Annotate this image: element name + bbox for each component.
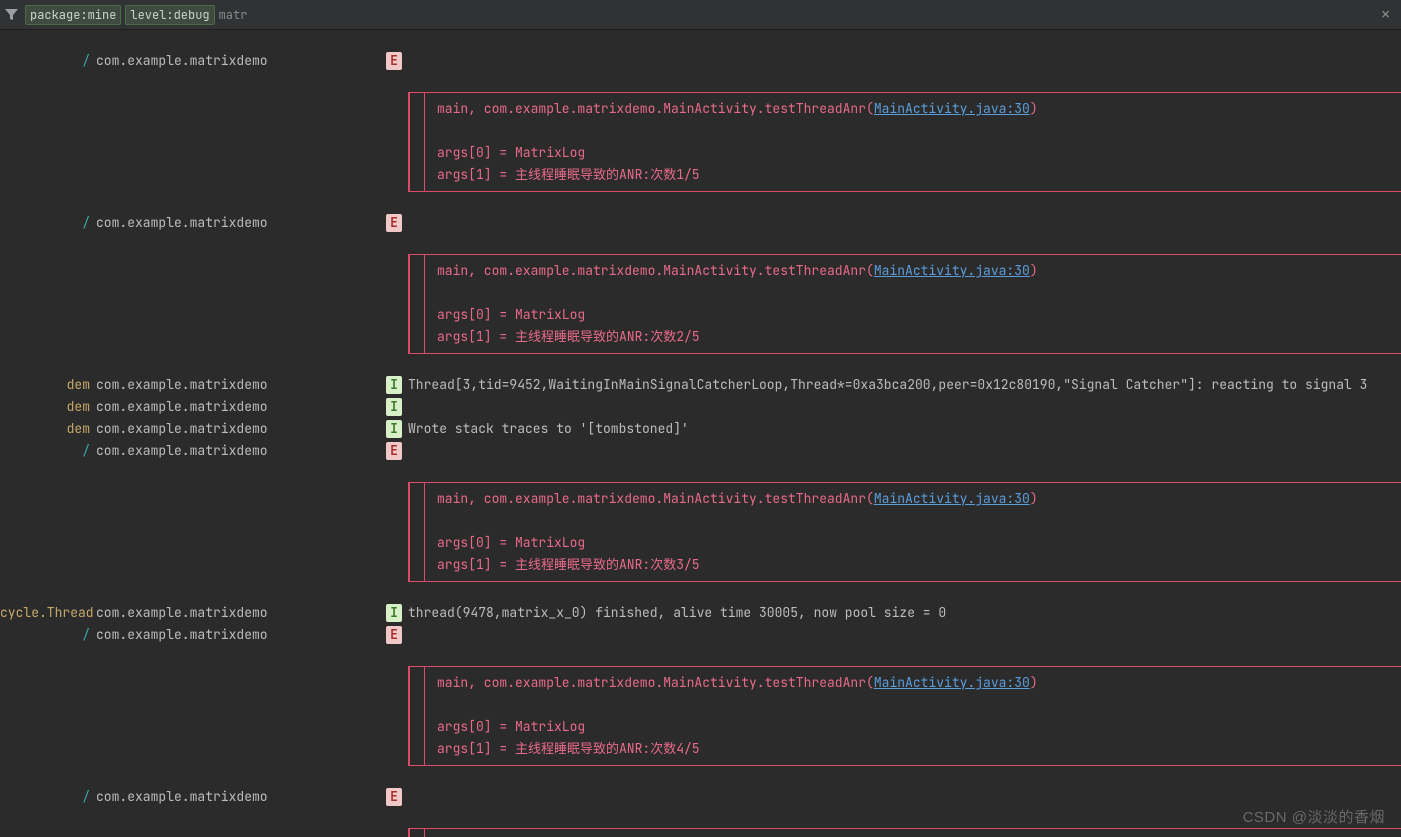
log-tag: / [0, 786, 96, 808]
log-tag: / [0, 624, 96, 646]
source-link[interactable]: MainActivity.java:30 [874, 674, 1030, 691]
trace-arg1: args[1] = 主线程睡眠导致的ANR:次数3/5 [437, 554, 1401, 576]
trace-arg0: args[0] = MatrixLog [437, 142, 1401, 164]
filter-chips[interactable]: package:mine level:debug matr [25, 5, 247, 25]
log-tag: / [0, 212, 96, 234]
trace-method-line: main, com.example.matrixdemo.MainActivit… [437, 98, 1401, 120]
log-package: com.example.matrixdemo [96, 440, 386, 462]
trace-arg1: args[1] = 主线程睡眠导致的ANR:次数4/5 [437, 738, 1401, 760]
log-tag: dem [0, 374, 96, 396]
log-message: Thread[3,tid=9452,WaitingInMainSignalCat… [408, 374, 1401, 396]
log-tag: dem [0, 396, 96, 418]
log-package: com.example.matrixdemo [96, 396, 386, 418]
stack-trace-block: main, com.example.matrixdemo.MainActivit… [408, 92, 1401, 192]
log-tag: dem [0, 418, 96, 440]
logcat-filter-bar: package:mine level:debug matr × [0, 0, 1401, 30]
filter-chip-package[interactable]: package:mine [25, 5, 121, 25]
log-package: com.example.matrixdemo [96, 418, 386, 440]
log-tag: cycle.Thread [0, 602, 96, 624]
log-row: demcom.example.matrixdemoI Thread[3,tid=9… [0, 374, 1401, 396]
log-level-badge: E [386, 442, 402, 460]
log-row: /com.example.matrixdemoE [0, 440, 1401, 462]
log-tag: / [0, 50, 96, 72]
log-level-badge: E [386, 626, 402, 644]
log-tag: / [0, 440, 96, 462]
stack-trace-block: main, com.example.matrixdemo.MainActivit… [408, 666, 1401, 766]
stack-trace-block: main, com.example.matrixdemo.MainActivit… [408, 254, 1401, 354]
trace-arg0: args[0] = MatrixLog [437, 304, 1401, 326]
log-level-badge: I [386, 398, 402, 416]
log-package: com.example.matrixdemo [96, 624, 386, 646]
trace-arg0: args[0] = MatrixLog [437, 532, 1401, 554]
filter-chip-level[interactable]: level:debug [125, 5, 214, 25]
log-level-badge: I [386, 604, 402, 622]
source-link[interactable]: MainActivity.java:30 [874, 100, 1030, 117]
log-level-badge: I [386, 376, 402, 394]
log-row: cycle.Threadcom.example.matrixdemoIthrea… [0, 602, 1401, 624]
log-row: demcom.example.matrixdemoI Wrote stack tr… [0, 418, 1401, 440]
trace-arg0: args[0] = MatrixLog [437, 716, 1401, 738]
trace-arg1: args[1] = 主线程睡眠导致的ANR:次数1/5 [437, 164, 1401, 186]
log-message: Wrote stack traces to '[tombstoned]' [408, 418, 1401, 440]
source-link[interactable]: MainActivity.java:30 [874, 490, 1030, 507]
log-level-badge: E [386, 214, 402, 232]
trace-method-line: main, com.example.matrixdemo.MainActivit… [437, 672, 1401, 694]
stack-trace-block: main, com.example.matrixdemo.MainActivit… [408, 828, 1401, 837]
log-level-badge: E [386, 52, 402, 70]
filter-free-text[interactable]: matr [219, 7, 248, 23]
trace-arg1: args[1] = 主线程睡眠导致的ANR:次数2/5 [437, 326, 1401, 348]
log-level-badge: E [386, 788, 402, 806]
log-row: demcom.example.matrixdemoI [0, 396, 1401, 418]
log-package: com.example.matrixdemo [96, 212, 386, 234]
log-package: com.example.matrixdemo [96, 374, 386, 396]
stack-trace-block: main, com.example.matrixdemo.MainActivit… [408, 482, 1401, 582]
log-package: com.example.matrixdemo [96, 602, 386, 624]
log-row: /com.example.matrixdemoE [0, 624, 1401, 646]
log-row: /com.example.matrixdemoE [0, 50, 1401, 72]
trace-method-line: main, com.example.matrixdemo.MainActivit… [437, 260, 1401, 282]
log-level-badge: I [386, 420, 402, 438]
log-row: /com.example.matrixdemoE [0, 212, 1401, 234]
log-package: com.example.matrixdemo [96, 786, 386, 808]
log-message: thread(9478,matrix_x_0) finished, alive … [408, 602, 1401, 624]
log-row: /com.example.matrixdemoE [0, 786, 1401, 808]
source-link[interactable]: MainActivity.java:30 [874, 262, 1030, 279]
trace-method-line: main, com.example.matrixdemo.MainActivit… [437, 488, 1401, 510]
close-icon[interactable]: × [1374, 6, 1397, 24]
filter-icon[interactable] [4, 7, 19, 22]
log-package: com.example.matrixdemo [96, 50, 386, 72]
logcat-output[interactable]: /com.example.matrixdemoEmain, com.exampl… [0, 30, 1401, 837]
